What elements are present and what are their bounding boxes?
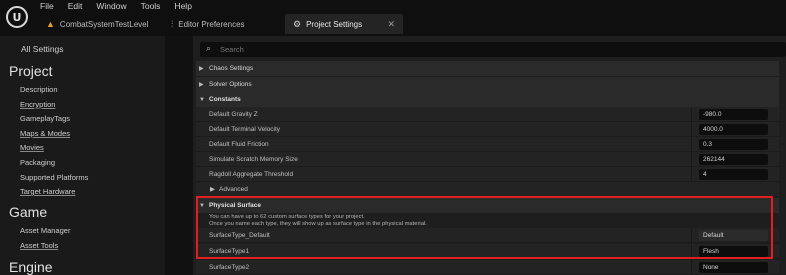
sidebar-item-maps-modes[interactable]: Maps & Modes	[20, 129, 70, 138]
title-bar: U File Edit Window Tools Help ▲ CombatSy…	[0, 0, 786, 36]
fluid-friction-field[interactable]: 0.3	[699, 139, 768, 150]
category-engine: Engine	[9, 259, 53, 275]
sidebar-item-packaging[interactable]: Packaging	[20, 158, 55, 167]
tab-project-settings[interactable]: ⚙ Project Settings ✕	[285, 14, 403, 34]
collapse-arrow-icon: ▼	[199, 96, 205, 103]
menu-help[interactable]: Help	[174, 1, 191, 11]
section-constants[interactable]: ▼ Constants	[196, 92, 779, 107]
tab-label: Project Settings	[306, 19, 363, 29]
property-label: Default Fluid Friction	[209, 140, 269, 148]
menu-window[interactable]: Window	[96, 1, 126, 11]
ragdoll-threshold-field[interactable]: 4	[699, 169, 768, 180]
tab-level[interactable]: ▲ CombatSystemTestLevel	[38, 14, 163, 34]
search-bar: ⌕	[200, 42, 786, 57]
level-icon: ▲	[46, 19, 55, 29]
property-label: SurfaceType2	[209, 263, 250, 271]
terminal-velocity-field[interactable]: 4000.0	[699, 124, 768, 135]
settings-icon: ⚙	[293, 18, 302, 29]
property-row: Default Fluid Friction 0.3	[196, 137, 779, 152]
category-project: Project	[9, 63, 53, 79]
property-row: Simulate Scratch Memory Size 262144	[196, 152, 779, 167]
tab-label: Editor Preferences	[178, 19, 245, 29]
menu-edit[interactable]: Edit	[68, 1, 83, 11]
settings-sidebar: All Settings Project Description Encrypt…	[0, 36, 165, 275]
tab-editor-preferences[interactable]: ⫶ Editor Preferences	[163, 14, 275, 34]
expand-arrow-icon: ▶	[210, 186, 215, 193]
property-row: Default Terminal Velocity 4000.0	[196, 122, 779, 137]
section-chaos-settings[interactable]: ▶ Chaos Settings	[196, 61, 779, 76]
property-row: Default Gravity Z -980.0	[196, 107, 779, 122]
sidebar-item-supported-platforms[interactable]: Supported Platforms	[20, 173, 88, 182]
expand-arrow-icon: ▶	[199, 66, 204, 72]
panel-splitter[interactable]	[165, 36, 193, 275]
unreal-logo-icon[interactable]: U	[6, 6, 28, 28]
section-solver-options[interactable]: ▶ Solver Options	[196, 77, 779, 92]
tab-label: CombatSystemTestLevel	[59, 19, 149, 29]
property-label: Default Gravity Z	[209, 110, 258, 118]
sidebar-item-asset-tools[interactable]: Asset Tools	[20, 241, 58, 250]
search-icon: ⌕	[206, 43, 212, 53]
highlight-box	[196, 196, 773, 259]
scratch-memory-field[interactable]: 262144	[699, 154, 768, 165]
section-advanced[interactable]: ▶ Advanced	[196, 182, 779, 197]
property-label: Simulate Scratch Memory Size	[209, 155, 298, 163]
sidebar-item-asset-manager[interactable]: Asset Manager	[20, 226, 70, 235]
sidebar-item-description[interactable]: Description	[20, 85, 58, 94]
tab-bar: ▲ CombatSystemTestLevel ⫶ Editor Prefere…	[38, 14, 403, 34]
close-icon[interactable]: ✕	[387, 19, 395, 30]
search-input[interactable]	[220, 43, 760, 56]
menu-bar: File Edit Window Tools Help	[40, 1, 192, 11]
sidebar-item-gameplaytags[interactable]: GameplayTags	[20, 114, 70, 123]
menu-tools[interactable]: Tools	[141, 1, 161, 11]
all-settings-link[interactable]: All Settings	[21, 44, 64, 54]
sidebar-item-encryption[interactable]: Encryption	[20, 100, 55, 109]
property-label: Default Terminal Velocity	[209, 125, 281, 133]
gravity-z-field[interactable]: -980.0	[699, 109, 768, 120]
expand-arrow-icon: ▶	[199, 82, 204, 88]
sidebar-item-movies[interactable]: Movies	[20, 143, 44, 152]
property-row: SurfaceType2 None	[196, 260, 779, 275]
property-label: Ragdoll Aggregate Threshold	[209, 170, 294, 178]
category-game: Game	[9, 204, 48, 220]
menu-file[interactable]: File	[40, 1, 54, 11]
surface-type2-field[interactable]: None	[699, 262, 768, 273]
sliders-icon: ⫶	[171, 18, 174, 29]
sidebar-item-target-hardware[interactable]: Target Hardware	[20, 187, 75, 196]
property-row: Ragdoll Aggregate Threshold 4	[196, 167, 779, 182]
